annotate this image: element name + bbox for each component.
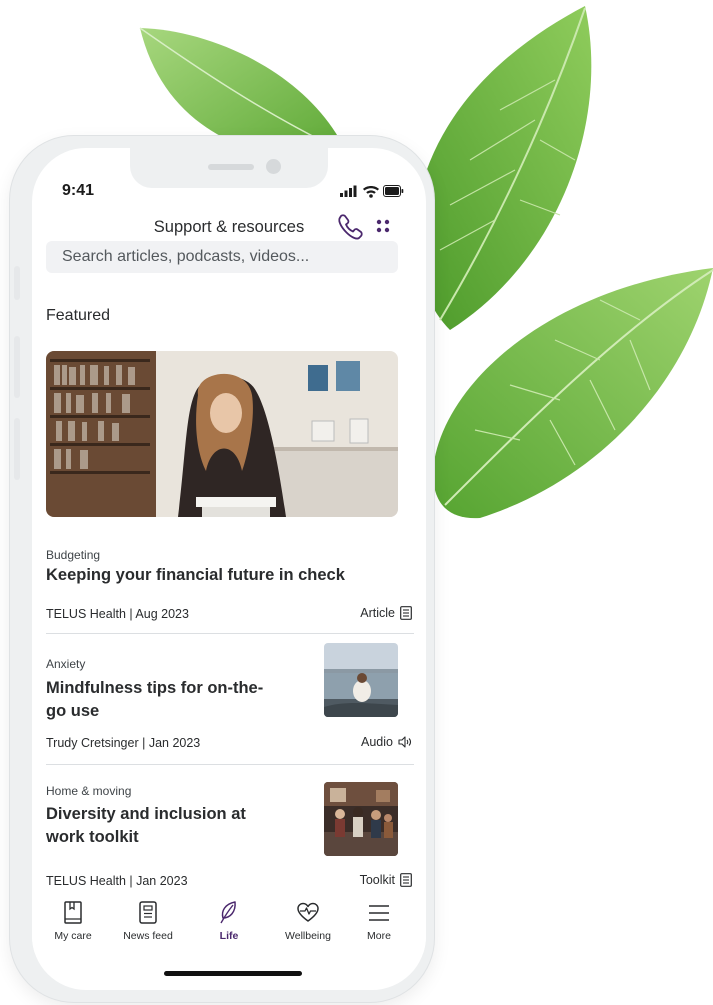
tab-wellbeing[interactable]: Wellbeing bbox=[272, 894, 344, 942]
page-title: Support & resources bbox=[153, 218, 305, 236]
leaf-icon bbox=[220, 901, 236, 924]
tab-news-feed[interactable]: News feed bbox=[112, 894, 184, 942]
divider bbox=[46, 633, 414, 634]
phone-screen: 9:41 Support & resources Search articles… bbox=[32, 148, 426, 990]
card-thumbnail[interactable] bbox=[324, 643, 398, 717]
notch bbox=[130, 148, 328, 188]
tab-label: Wellbeing bbox=[285, 930, 331, 942]
tab-life[interactable]: Life bbox=[193, 894, 265, 942]
card-thumbnail[interactable] bbox=[324, 782, 398, 856]
card-title-line: work toolkit bbox=[46, 828, 139, 846]
leaf-right-upper bbox=[415, 6, 592, 330]
featured-type-label: Article bbox=[360, 606, 395, 620]
heart-pulse-icon bbox=[297, 902, 319, 922]
card-category: Home & moving bbox=[46, 784, 132, 798]
card-meta: TELUS Health | Jan 2023 bbox=[46, 874, 188, 888]
tab-bar: My care News feed Life Wellbeing More bbox=[32, 894, 426, 954]
card-title[interactable]: Mindfulness tips for on-the- go use bbox=[46, 677, 263, 723]
battery-icon bbox=[383, 185, 404, 197]
side-button-volume-up bbox=[14, 336, 20, 398]
card-type: Toolkit bbox=[360, 873, 412, 887]
tab-label: My care bbox=[54, 930, 92, 942]
tab-my-care[interactable]: My care bbox=[37, 894, 109, 942]
divider bbox=[46, 764, 414, 765]
featured-section-title: Featured bbox=[46, 307, 111, 324]
card-title-line: Mindfulness tips for on-the- bbox=[46, 679, 264, 697]
featured-meta: TELUS Health | Aug 2023 bbox=[46, 607, 189, 621]
card-type: Audio bbox=[361, 735, 412, 749]
side-button-silent bbox=[14, 266, 20, 300]
wifi-icon bbox=[363, 186, 379, 198]
card-type-label: Toolkit bbox=[359, 873, 395, 887]
card-meta: Trudy Cretsinger | Jan 2023 bbox=[46, 736, 201, 750]
featured-image[interactable] bbox=[46, 351, 398, 517]
signal-icon bbox=[340, 185, 357, 197]
card-title[interactable]: Diversity and inclusion at work toolkit bbox=[46, 803, 246, 849]
book-icon bbox=[64, 901, 82, 924]
featured-title[interactable]: Keeping your financial future in check bbox=[46, 564, 345, 587]
status-time: 9:41 bbox=[62, 182, 95, 199]
front-camera bbox=[266, 159, 281, 174]
home-indicator[interactable] bbox=[164, 971, 302, 976]
status-icons bbox=[340, 185, 404, 198]
tab-label: Life bbox=[219, 930, 239, 942]
leaf-right-lower bbox=[432, 268, 713, 519]
card-title-line: Diversity and inclusion at bbox=[46, 805, 246, 823]
card-category: Anxiety bbox=[46, 657, 86, 671]
tab-more[interactable]: More bbox=[343, 894, 415, 942]
document-icon bbox=[400, 873, 412, 887]
phone-frame: 9:41 Support & resources Search articles… bbox=[10, 136, 434, 1002]
speaker-icon bbox=[398, 736, 412, 748]
tab-label: News feed bbox=[123, 930, 173, 942]
speaker-grille bbox=[208, 164, 254, 170]
phone-icon[interactable] bbox=[335, 211, 365, 241]
document-icon bbox=[400, 606, 412, 620]
menu-icon bbox=[369, 905, 389, 921]
side-button-volume-down bbox=[14, 418, 20, 480]
featured-type: Article bbox=[360, 606, 412, 620]
featured-category: Budgeting bbox=[46, 548, 101, 562]
news-icon bbox=[139, 901, 157, 924]
card-title-line: go use bbox=[46, 702, 100, 720]
tab-label: More bbox=[367, 930, 391, 942]
card-type-label: Audio bbox=[361, 735, 393, 749]
grid-dots-icon[interactable] bbox=[372, 215, 394, 237]
search-input[interactable] bbox=[46, 241, 398, 273]
